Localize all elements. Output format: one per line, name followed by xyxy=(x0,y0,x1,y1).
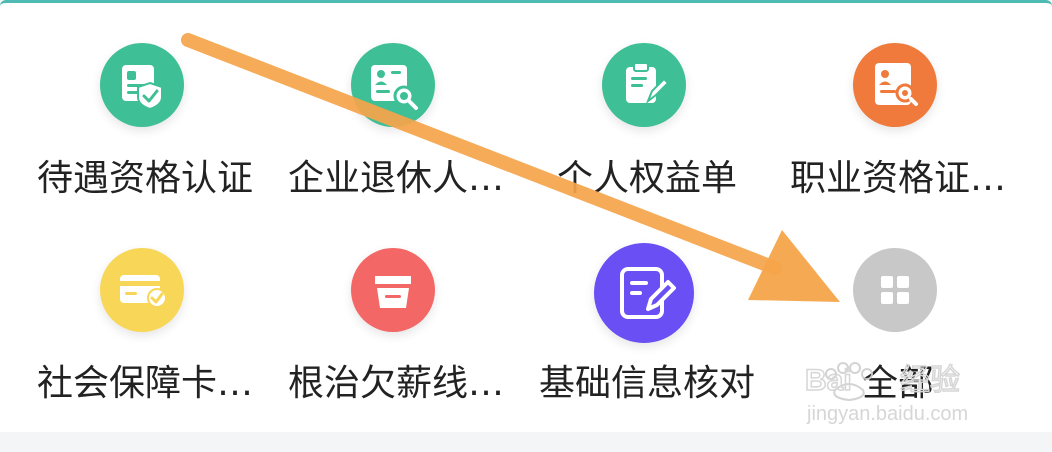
service-tile-basic-info-check[interactable]: 基础信息核对 xyxy=(522,243,772,438)
service-label: 企业退休人… xyxy=(287,158,504,199)
service-tile-social-security-card[interactable]: 社会保障卡… xyxy=(20,248,270,438)
inbox-tray-icon xyxy=(351,248,435,332)
service-label: 社会保障卡… xyxy=(36,363,253,404)
card-check-icon xyxy=(100,248,184,332)
service-label: 根治欠薪线… xyxy=(287,363,504,404)
service-tile-personal-rights[interactable]: 个人权益单 xyxy=(522,43,772,233)
service-tile-all[interactable]: 全部 xyxy=(773,248,1023,438)
service-tile-vocational-certificate[interactable]: 职业资格证… xyxy=(773,43,1023,233)
service-label: 全部 xyxy=(861,363,934,404)
person-card-search-icon xyxy=(351,43,435,127)
service-panel: 待遇资格认证 企业退休人… 个人权益单 职业资格证… 社会保障卡… 根治欠薪线…… xyxy=(0,0,1052,452)
service-tile-pension-qualification[interactable]: 待遇资格认证 xyxy=(20,43,270,233)
service-label: 职业资格证… xyxy=(789,158,1006,199)
clipboard-edit-icon xyxy=(602,43,686,127)
service-label: 基础信息核对 xyxy=(538,363,755,404)
service-label: 个人权益单 xyxy=(556,158,737,199)
grid-icon xyxy=(853,248,937,332)
id-card-check-icon xyxy=(100,43,184,127)
edit-document-icon xyxy=(594,243,694,343)
service-tile-unpaid-wages-hotline[interactable]: 根治欠薪线… xyxy=(271,248,521,438)
certificate-search-icon xyxy=(853,43,937,127)
service-label: 待遇资格认证 xyxy=(36,158,253,199)
service-tile-enterprise-retiree[interactable]: 企业退休人… xyxy=(271,43,521,233)
service-grid-card: 待遇资格认证 企业退休人… 个人权益单 职业资格证… 社会保障卡… 根治欠薪线…… xyxy=(0,0,1052,432)
